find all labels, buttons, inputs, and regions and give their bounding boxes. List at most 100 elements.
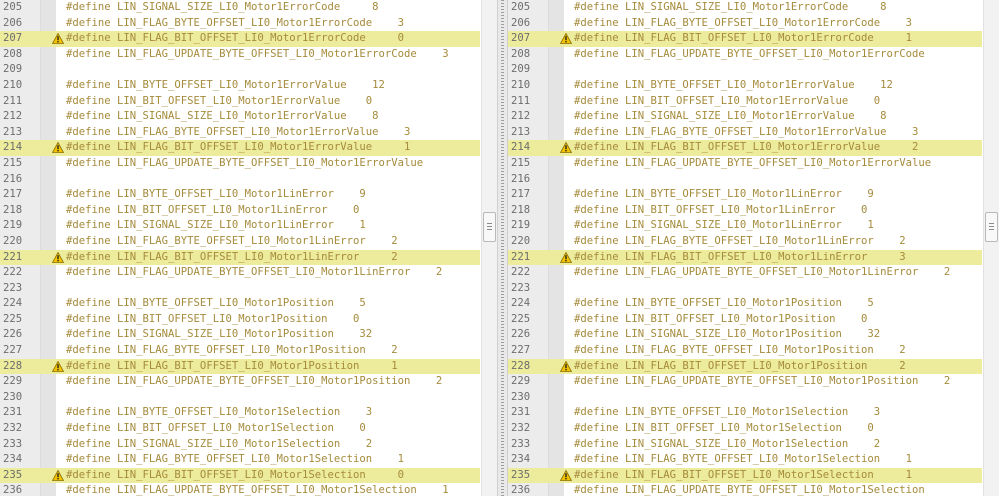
grip-line xyxy=(989,226,994,227)
code-line[interactable]: 215 #define LIN_FLAG_UPDATE_BYTE_OFFSET_L… xyxy=(0,156,480,172)
code-text: #define LIN_SIGNAL_SIZE_LI0_Motor1Select… xyxy=(574,437,881,450)
code-text: #define LIN_BIT_OFFSET_LI0_Motor1ErrorVa… xyxy=(574,94,881,107)
code-line[interactable]: 233 #define LIN_SIGNAL_SIZE_LI0_Motor1Sel… xyxy=(508,437,982,453)
code-line[interactable]: 224 #define LIN_BYTE_OFFSET_LI0_Motor1Pos… xyxy=(508,296,982,312)
code-line[interactable]: 217 #define LIN_BYTE_OFFSET_LI0_Motor1Lin… xyxy=(508,187,982,203)
changed-code-line[interactable]: 235 #define LIN_FLAG_BIT_OFFSET_LI0_Motor… xyxy=(0,467,480,484)
code-line[interactable]: 216 xyxy=(508,172,982,188)
code-text: #define LIN_FLAG_UPDATE_BYTE_OFFSET_LI0_… xyxy=(574,156,932,169)
line-number: 226 xyxy=(3,328,23,341)
line-number: 232 xyxy=(3,422,23,435)
code-line[interactable]: 222 #define LIN_FLAG_UPDATE_BYTE_OFFSET_L… xyxy=(508,265,982,281)
code-line[interactable]: 232 #define LIN_BIT_OFFSET_LI0_Motor1Sele… xyxy=(0,421,480,437)
code-line[interactable]: 208 #define LIN_FLAG_UPDATE_BYTE_OFFSET_L… xyxy=(508,47,982,63)
code-line[interactable]: 208 #define LIN_FLAG_UPDATE_BYTE_OFFSET_L… xyxy=(0,47,480,63)
line-number: 208 xyxy=(3,47,23,60)
code-line[interactable]: 234 #define LIN_FLAG_BYTE_OFFSET_LI0_Moto… xyxy=(0,452,480,468)
code-line[interactable]: 222 #define LIN_FLAG_UPDATE_BYTE_OFFSET_L… xyxy=(0,265,480,281)
right-pane[interactable]: 205 #define LIN_SIGNAL_SIZE_LI0_Motor1Err… xyxy=(508,0,999,496)
line-number: 233 xyxy=(3,437,23,450)
code-line[interactable]: 210 #define LIN_BYTE_OFFSET_LI0_Motor1Err… xyxy=(508,78,982,94)
line-number: 227 xyxy=(511,344,531,357)
code-text: #define LIN_FLAG_BYTE_OFFSET_LI0_Motor1S… xyxy=(574,453,913,466)
code-line[interactable]: 232 #define LIN_BIT_OFFSET_LI0_Motor1Sele… xyxy=(508,421,982,437)
code-line[interactable]: 226 #define LIN_SIGNAL_SIZE_LI0_Motor1Pos… xyxy=(508,327,982,343)
code-text: #define LIN_FLAG_BYTE_OFFSET_LI0_Motor1L… xyxy=(66,234,398,247)
changed-code-line[interactable]: 214 #define LIN_FLAG_BIT_OFFSET_LI0_Motor… xyxy=(508,140,982,156)
code-line[interactable]: 230 xyxy=(0,390,480,406)
line-number: 223 xyxy=(511,281,531,294)
code-line[interactable]: 218 #define LIN_BIT_OFFSET_LI0_Motor1LinE… xyxy=(508,203,982,219)
splitter-grip xyxy=(501,0,504,496)
code-line[interactable]: 231 #define LIN_BYTE_OFFSET_LI0_Motor1Sel… xyxy=(508,405,982,421)
code-line[interactable]: 209 xyxy=(508,62,982,78)
left-pane[interactable]: 205 #define LIN_SIGNAL_SIZE_LI0_Motor1Err… xyxy=(0,0,497,496)
code-line[interactable]: 211 #define LIN_BIT_OFFSET_LI0_Motor1Erro… xyxy=(508,94,982,110)
code-line[interactable]: 225 #define LIN_BIT_OFFSET_LI0_Motor1Posi… xyxy=(0,312,480,328)
code-text: #define LIN_FLAG_BYTE_OFFSET_LI0_Motor1P… xyxy=(574,344,906,357)
code-line[interactable]: 215 #define LIN_FLAG_UPDATE_BYTE_OFFSET_L… xyxy=(508,156,982,172)
code-text: #define LIN_FLAG_BIT_OFFSET_LI0_Motor1Se… xyxy=(66,468,405,481)
code-line[interactable]: 206 #define LIN_FLAG_BYTE_OFFSET_LI0_Moto… xyxy=(0,16,480,32)
pane-splitter[interactable] xyxy=(497,0,508,496)
code-line[interactable]: 219 #define LIN_SIGNAL_SIZE_LI0_Motor1Lin… xyxy=(0,218,480,234)
code-line[interactable]: 223 xyxy=(508,281,982,297)
code-line[interactable]: 226 #define LIN_SIGNAL_SIZE_LI0_Motor1Pos… xyxy=(0,327,480,343)
code-line[interactable]: 218 #define LIN_BIT_OFFSET_LI0_Motor1LinE… xyxy=(0,203,480,219)
line-number: 221 xyxy=(3,250,23,263)
code-line[interactable]: 234 #define LIN_FLAG_BYTE_OFFSET_LI0_Moto… xyxy=(508,452,982,468)
code-line[interactable]: 217 #define LIN_BYTE_OFFSET_LI0_Motor1Lin… xyxy=(0,187,480,203)
code-line[interactable]: 212 #define LIN_SIGNAL_SIZE_LI0_Motor1Err… xyxy=(508,109,982,125)
scrollbar-thumb[interactable] xyxy=(985,212,998,242)
code-line[interactable]: 220 #define LIN_FLAG_BYTE_OFFSET_LI0_Moto… xyxy=(0,234,480,250)
code-line[interactable]: 227 #define LIN_FLAG_BYTE_OFFSET_LI0_Moto… xyxy=(0,343,480,359)
line-number: 214 xyxy=(3,141,23,154)
code-line[interactable]: 206 #define LIN_FLAG_BYTE_OFFSET_LI0_Moto… xyxy=(508,16,982,32)
code-line[interactable]: 205 #define LIN_SIGNAL_SIZE_LI0_Motor1Err… xyxy=(508,0,982,16)
code-line[interactable]: 223 xyxy=(0,281,480,297)
line-number: 209 xyxy=(511,63,531,76)
code-line[interactable]: 225 #define LIN_BIT_OFFSET_LI0_Motor1Posi… xyxy=(508,312,982,328)
code-text: #define LIN_FLAG_UPDATE_BYTE_OFFSET_LI0_… xyxy=(66,156,424,169)
changed-code-line[interactable]: 221 #define LIN_FLAG_BIT_OFFSET_LI0_Motor… xyxy=(0,249,480,266)
code-text: #define LIN_SIGNAL_SIZE_LI0_Motor1Positi… xyxy=(66,328,373,341)
changed-code-line[interactable]: 221 #define LIN_FLAG_BIT_OFFSET_LI0_Motor… xyxy=(508,249,982,266)
code-text: #define LIN_BIT_OFFSET_LI0_Motor1Selecti… xyxy=(574,422,874,435)
line-number: 229 xyxy=(3,375,23,388)
code-line[interactable]: 219 #define LIN_SIGNAL_SIZE_LI0_Motor1Lin… xyxy=(508,218,982,234)
code-line[interactable]: 209 xyxy=(0,62,480,78)
changed-code-line[interactable]: 235 #define LIN_FLAG_BIT_OFFSET_LI0_Motor… xyxy=(508,467,982,484)
code-line[interactable]: 229 #define LIN_FLAG_UPDATE_BYTE_OFFSET_L… xyxy=(0,374,480,390)
code-text: #define LIN_FLAG_BIT_OFFSET_LI0_Motor1Er… xyxy=(66,141,411,154)
grip-line xyxy=(989,223,994,224)
code-line[interactable]: 230 xyxy=(508,390,982,406)
changed-code-line[interactable]: 228 #define LIN_FLAG_BIT_OFFSET_LI0_Motor… xyxy=(0,358,480,375)
code-line[interactable]: 211 #define LIN_BIT_OFFSET_LI0_Motor1Erro… xyxy=(0,94,480,110)
changed-code-line[interactable]: 228 #define LIN_FLAG_BIT_OFFSET_LI0_Motor… xyxy=(508,358,982,375)
code-line[interactable]: 231 #define LIN_BYTE_OFFSET_LI0_Motor1Sel… xyxy=(0,405,480,421)
code-line[interactable]: 233 #define LIN_SIGNAL_SIZE_LI0_Motor1Sel… xyxy=(0,437,480,453)
code-line[interactable]: 229 #define LIN_FLAG_UPDATE_BYTE_OFFSET_L… xyxy=(508,374,982,390)
changed-code-line[interactable]: 207 #define LIN_FLAG_BIT_OFFSET_LI0_Motor… xyxy=(508,31,982,47)
changed-code-line[interactable]: 207 #define LIN_FLAG_BIT_OFFSET_LI0_Motor… xyxy=(0,31,480,47)
vertical-scrollbar[interactable] xyxy=(481,0,497,496)
code-line[interactable]: 212 #define LIN_SIGNAL_SIZE_LI0_Motor1Err… xyxy=(0,109,480,125)
code-text: #define LIN_FLAG_UPDATE_BYTE_OFFSET_LI0_… xyxy=(574,266,951,279)
code-line[interactable]: 213 #define LIN_FLAG_BYTE_OFFSET_LI0_Moto… xyxy=(508,125,982,141)
code-text: #define LIN_FLAG_BYTE_OFFSET_LI0_Motor1E… xyxy=(66,16,405,29)
code-line[interactable]: 224 #define LIN_BYTE_OFFSET_LI0_Motor1Pos… xyxy=(0,296,480,312)
code-line[interactable]: 236 #define LIN_FLAG_UPDATE_BYTE_OFFSET_L… xyxy=(0,483,480,496)
code-line[interactable]: 210 #define LIN_BYTE_OFFSET_LI0_Motor1Err… xyxy=(0,78,480,94)
code-line[interactable]: 216 xyxy=(0,172,480,188)
changed-code-line[interactable]: 214 #define LIN_FLAG_BIT_OFFSET_LI0_Motor… xyxy=(0,140,480,156)
vertical-scrollbar[interactable] xyxy=(983,0,999,496)
code-line[interactable]: 227 #define LIN_FLAG_BYTE_OFFSET_LI0_Moto… xyxy=(508,343,982,359)
line-number: 226 xyxy=(511,328,531,341)
code-line[interactable]: 213 #define LIN_FLAG_BYTE_OFFSET_LI0_Moto… xyxy=(0,125,480,141)
code-text: #define LIN_BIT_OFFSET_LI0_Motor1Positio… xyxy=(574,312,868,325)
code-line[interactable]: 205 #define LIN_SIGNAL_SIZE_LI0_Motor1Err… xyxy=(0,0,480,16)
code-line[interactable]: 220 #define LIN_FLAG_BYTE_OFFSET_LI0_Moto… xyxy=(508,234,982,250)
code-text: #define LIN_BYTE_OFFSET_LI0_Motor1Positi… xyxy=(574,297,874,310)
scrollbar-thumb[interactable] xyxy=(483,212,496,242)
code-line[interactable]: 236 #define LIN_FLAG_UPDATE_BYTE_OFFSET_L… xyxy=(508,483,982,496)
